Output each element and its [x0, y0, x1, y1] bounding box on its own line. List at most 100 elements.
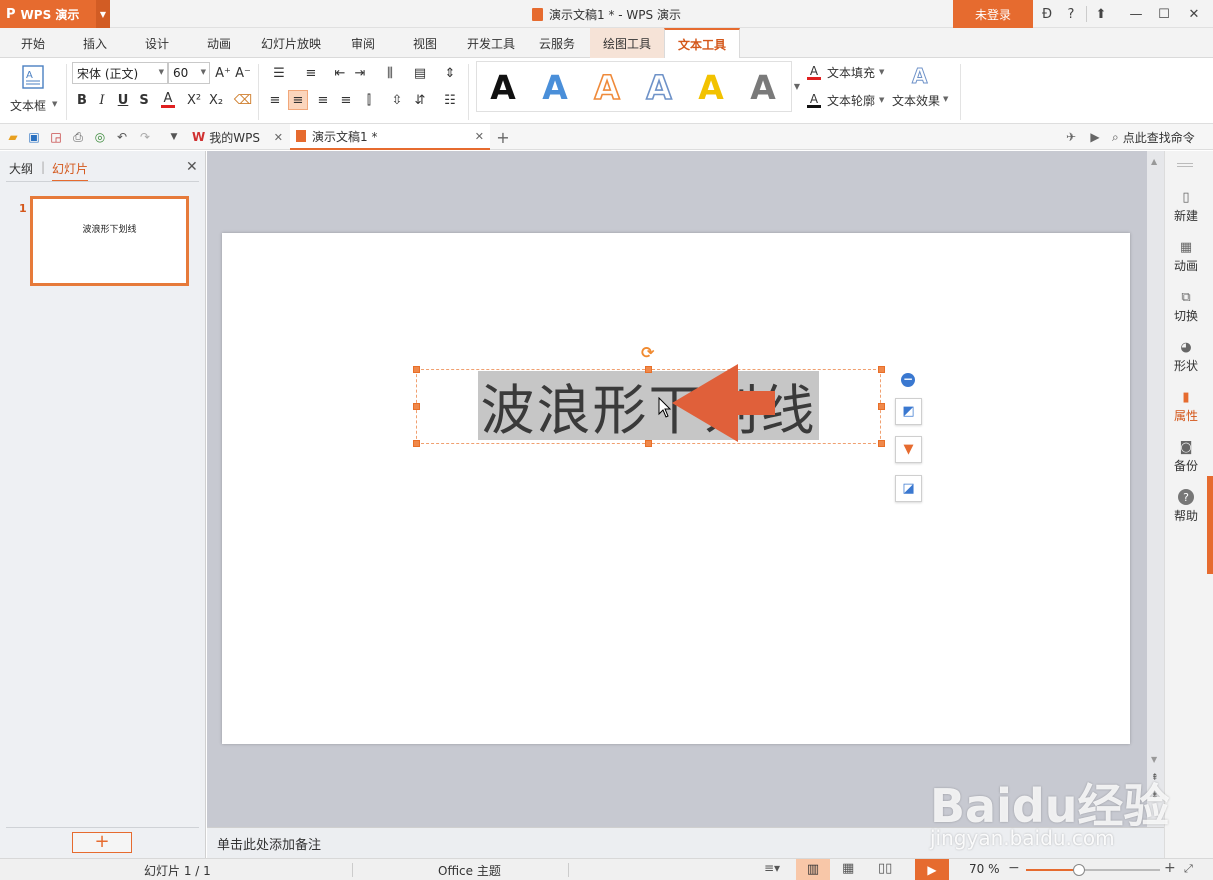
tab-developer[interactable]: 开发工具 [458, 28, 524, 58]
save-icon[interactable]: ▣ [25, 128, 43, 146]
rotate-handle-icon[interactable]: ⟳ [641, 343, 654, 362]
upload-icon[interactable]: ⬆ [1090, 4, 1112, 24]
wordart-style-2[interactable]: A [529, 65, 581, 109]
close-icon[interactable]: ✕ [1182, 4, 1206, 24]
align-right-icon[interactable]: ≡ [313, 90, 333, 110]
superscript-icon[interactable]: X² [184, 90, 204, 110]
italic-icon[interactable]: I [92, 90, 112, 110]
close-tab-icon[interactable]: ✕ [475, 130, 484, 143]
play-slideshow-icon[interactable]: ▶ [915, 859, 949, 880]
increase-indent-icon[interactable]: ⇥ [350, 63, 370, 83]
zoom-slider-thumb[interactable] [1073, 864, 1085, 876]
app-menu-button[interactable]: P WPS 演示 [0, 0, 96, 28]
font-size-select[interactable]: 60 ▼ [168, 62, 210, 84]
tab-review[interactable]: 审阅 [338, 28, 388, 58]
edit-shape-icon[interactable]: ◩ [895, 398, 922, 425]
sidebar-transition[interactable]: ⧉ 切换 [1165, 289, 1207, 324]
sidebar-animation[interactable]: ▦ 动画 [1165, 239, 1207, 274]
text-align-box-icon[interactable]: ▤ [406, 63, 434, 83]
decrease-indent-icon[interactable]: ⇤ [330, 63, 350, 83]
sidebar-collapse-handle[interactable] [1207, 476, 1213, 574]
sidebar-backup[interactable]: ◙ 备份 [1165, 439, 1207, 474]
tab-drawing-tools[interactable]: 绘图工具 [590, 28, 664, 58]
minimize-icon[interactable]: — [1124, 4, 1148, 24]
tab-my-wps[interactable]: W 我的WPS ✕ [186, 124, 288, 150]
login-button[interactable]: 未登录 [953, 0, 1033, 28]
increase-font-icon[interactable]: A⁺ [213, 63, 233, 83]
tab-cloud[interactable]: 云服务 [530, 28, 584, 58]
help-dropdown-icon[interactable]: ? [1060, 4, 1082, 24]
wordart-more-icon[interactable]: ▼ [792, 61, 802, 112]
wordart-style-3[interactable]: A [581, 65, 633, 109]
zoom-level[interactable]: 70 % [969, 862, 1000, 876]
font-color-icon[interactable]: A [154, 90, 182, 110]
tab-animation[interactable]: 动画 [194, 28, 244, 58]
export-pdf-icon[interactable]: ◲ [47, 128, 65, 146]
tab-insert[interactable]: 插入 [70, 28, 120, 58]
numbered-list-icon[interactable]: ≡ [297, 63, 325, 83]
comment-icon[interactable]: ▶ [1086, 128, 1104, 146]
vertical-scrollbar[interactable]: ▲ ▼ ⇞ ⇟ [1147, 151, 1164, 827]
reading-view-icon[interactable]: ▯▯ [878, 861, 892, 876]
clear-format-icon[interactable]: ⌫ [233, 90, 253, 110]
outline-pen-icon[interactable]: ◪ [895, 475, 922, 502]
resize-handle[interactable] [645, 366, 652, 373]
scroll-up-icon[interactable]: ▲ [1151, 157, 1157, 166]
subscript-icon[interactable]: X₂ [206, 90, 226, 110]
zoom-in-icon[interactable]: + [1164, 860, 1176, 876]
close-tab-icon[interactable]: ✕ [274, 131, 283, 144]
pin-icon[interactable]: ✈ [1062, 128, 1080, 146]
resize-handle[interactable] [413, 403, 420, 410]
text-fill-button[interactable]: A 文本填充 ▼ [806, 62, 884, 82]
text-effect-button[interactable]: A 文本效果 ▼ [892, 62, 952, 112]
tab-view[interactable]: 视图 [400, 28, 450, 58]
sidebar-new[interactable]: ▯ 新建 [1165, 189, 1207, 224]
close-panel-icon[interactable]: ✕ [186, 159, 198, 175]
resize-handle[interactable] [413, 366, 420, 373]
distribute-icon[interactable]: ⫿ [359, 90, 379, 110]
align-center-icon[interactable]: ≡ [288, 90, 308, 110]
tab-document[interactable]: 演示文稿1 * ✕ [290, 124, 490, 150]
notes-toggle-icon[interactable]: ≡▾ [764, 861, 780, 875]
normal-view-icon[interactable]: ▥ [796, 859, 830, 880]
customize-dropdown-icon[interactable]: ▼ [165, 128, 183, 146]
tab-outline[interactable]: 大纲 [9, 160, 33, 177]
shadow-icon[interactable]: S [134, 90, 154, 110]
slide-thumbnail[interactable]: 波浪形下划线 [30, 196, 189, 286]
collapse-icon[interactable]: − [901, 373, 915, 387]
bold-icon[interactable]: B [72, 90, 92, 110]
open-folder-icon[interactable]: ▰ [4, 128, 22, 146]
app-menu-dropdown-icon[interactable]: ▼ [96, 0, 110, 28]
tab-text-tools[interactable]: 文本工具 [664, 28, 740, 59]
undo-icon[interactable]: ↶ [113, 128, 131, 146]
resize-handle[interactable] [645, 440, 652, 447]
text-direction-icon[interactable]: ⇕ [436, 63, 464, 83]
fit-window-icon[interactable]: ⤢ [1184, 862, 1193, 876]
command-search[interactable]: ⌕ 点此查找命令 [1112, 128, 1195, 146]
zoom-slider[interactable] [1026, 864, 1160, 876]
maximize-icon[interactable]: ☐ [1152, 4, 1176, 24]
tab-home[interactable]: 开始 [8, 28, 58, 58]
redo-icon[interactable]: ↷ [136, 128, 154, 146]
underline-icon[interactable]: U [113, 90, 133, 110]
bullet-list-icon[interactable]: ☰ [265, 63, 293, 83]
wordart-style-1[interactable]: A [477, 65, 529, 109]
resize-handle[interactable] [878, 366, 885, 373]
wordart-style-6[interactable]: A [737, 65, 789, 109]
decrease-font-icon[interactable]: A⁻ [233, 63, 253, 83]
slide-sorter-icon[interactable]: ▦ [842, 861, 854, 876]
print-preview-icon[interactable]: ◎ [91, 128, 109, 146]
sidebar-properties[interactable]: ▮ 属性 [1165, 389, 1207, 424]
resize-handle[interactable] [413, 440, 420, 447]
new-tab-icon[interactable]: + [494, 128, 512, 147]
scroll-down-icon[interactable]: ▼ [1151, 755, 1157, 764]
paragraph-spacing-icon[interactable]: ⇵ [410, 90, 430, 110]
paragraph-settings-icon[interactable]: ☷ [436, 90, 464, 110]
sidebar-shape[interactable]: ◕ 形状 [1165, 339, 1207, 374]
align-left-icon[interactable]: ≡ [265, 90, 285, 110]
textbox-button[interactable]: A 文本框 ▼ [8, 62, 60, 118]
sidebar-help[interactable]: ? 帮助 [1165, 489, 1207, 524]
font-name-select[interactable]: 宋体 (正文) ▼ [72, 62, 168, 84]
wordart-style-4[interactable]: A [633, 65, 685, 109]
text-outline-button[interactable]: A 文本轮廓 ▼ [806, 90, 884, 110]
